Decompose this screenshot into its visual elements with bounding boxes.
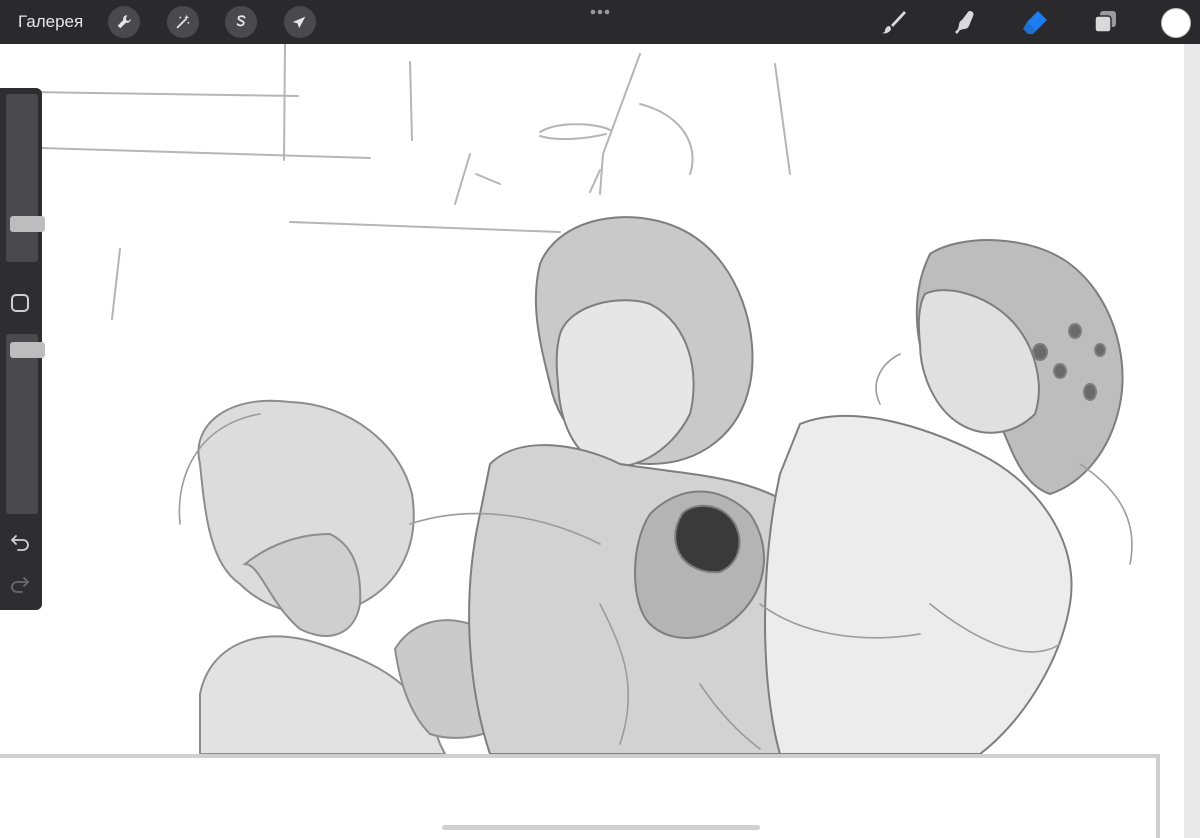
left-sidebar — [0, 88, 45, 610]
smudge-finger-icon[interactable] — [948, 6, 980, 38]
home-indicator — [442, 825, 760, 830]
brush-icon[interactable] — [878, 6, 910, 38]
top-toolbar: Галерея — [0, 0, 1200, 44]
redo-icon[interactable] — [9, 572, 31, 594]
selection-s-icon[interactable] — [225, 6, 257, 38]
magic-wand-icon[interactable] — [167, 6, 199, 38]
square-icon[interactable] — [11, 294, 29, 312]
sketch-artwork — [0, 44, 1160, 838]
brush-size-slider[interactable] — [6, 94, 45, 262]
undo-icon[interactable] — [9, 530, 31, 552]
wrench-icon[interactable] — [108, 6, 140, 38]
drawing-canvas[interactable] — [0, 44, 1184, 838]
canvas-edge — [1184, 44, 1200, 838]
gallery-button[interactable]: Галерея — [18, 11, 83, 33]
color-picker-swatch[interactable] — [1161, 8, 1191, 38]
ellipsis-icon[interactable] — [589, 8, 611, 16]
eraser-icon[interactable] — [1019, 6, 1051, 38]
brush-opacity-thumb[interactable] — [10, 342, 45, 358]
brush-size-thumb[interactable] — [10, 216, 45, 232]
layers-icon[interactable] — [1090, 6, 1122, 38]
arrow-cursor-icon[interactable] — [284, 6, 316, 38]
brush-opacity-slider[interactable] — [6, 334, 45, 514]
